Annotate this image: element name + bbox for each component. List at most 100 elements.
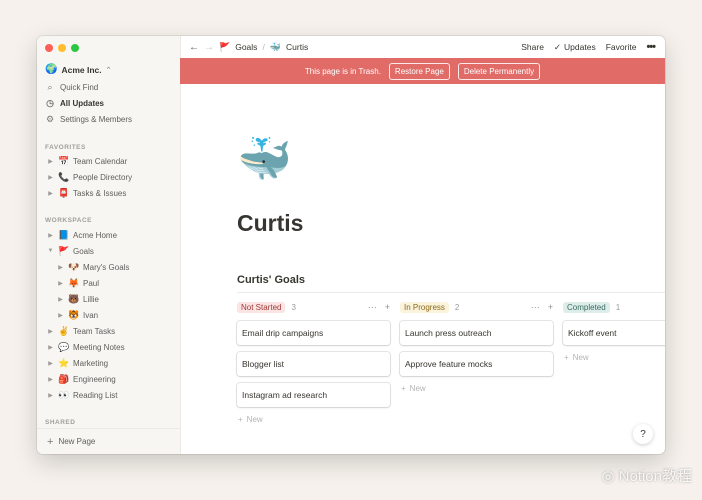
back-arrow-icon[interactable]: ←: [189, 42, 199, 53]
tiger-icon: 🐯: [68, 309, 80, 320]
plus-icon[interactable]: +: [385, 302, 390, 312]
more-options-icon[interactable]: ···: [531, 302, 540, 312]
updates-label: Updates: [564, 42, 596, 52]
sidebar-item-people-directory[interactable]: ▶ 📞 People Directory: [47, 170, 132, 184]
help-button[interactable]: ?: [633, 424, 653, 444]
column-header: Not Started 3 ··· +: [237, 300, 390, 314]
board-title[interactable]: Curtis' Goals: [237, 274, 305, 286]
search-icon: ⌕: [47, 81, 53, 92]
top-actions: Share ✓ Updates Favorite •••: [521, 41, 656, 53]
sidebar-item-label: Tasks & Issues: [73, 188, 127, 198]
expand-arrow-icon[interactable]: ▶: [47, 376, 54, 383]
sidebar-item-marys-goals[interactable]: ▶ 🐶 Mary's Goals: [57, 260, 129, 274]
new-card-button[interactable]: + New: [237, 415, 390, 424]
sidebar-item-label: Quick Find: [60, 82, 99, 92]
close-window-button[interactable]: [45, 44, 53, 52]
breadcrumb-curtis[interactable]: Curtis: [286, 42, 308, 52]
watermark-text: Notion教程: [618, 468, 692, 485]
more-options-icon[interactable]: •••: [646, 41, 656, 53]
sidebar-item-label: Engineering: [73, 374, 116, 384]
sidebar-item-team-calendar[interactable]: ▶ 📅 Team Calendar: [47, 154, 127, 168]
sidebar-item-goals[interactable]: ▼ 🚩 Goals: [47, 244, 94, 258]
expand-arrow-icon[interactable]: ▶: [47, 344, 54, 351]
new-card-button[interactable]: + New: [400, 384, 553, 393]
workspace-switcher[interactable]: 🌍 Acme Inc. ⌃: [45, 64, 111, 75]
expand-arrow-icon[interactable]: ▶: [47, 392, 54, 399]
sidebar-item-settings[interactable]: ⚙ Settings & Members: [45, 112, 132, 126]
board-column-completed: Completed 1 Kickoff event + New: [563, 300, 665, 362]
sidebar-item-label: Marketing: [73, 358, 109, 368]
board-card[interactable]: Launch press outreach: [400, 321, 553, 345]
expand-arrow-icon[interactable]: ▶: [57, 264, 64, 271]
expand-arrow-icon[interactable]: ▶: [47, 174, 54, 181]
window-controls: [45, 44, 79, 52]
forward-arrow-icon[interactable]: →: [204, 42, 214, 53]
expand-arrow-icon[interactable]: ▶: [57, 312, 64, 319]
sidebar-item-quick-find[interactable]: ⌕ Quick Find: [45, 80, 98, 94]
minimize-window-button[interactable]: [58, 44, 66, 52]
eyes-icon: 👀: [58, 389, 70, 400]
sidebar-item-ivan[interactable]: ▶ 🐯 Ivan: [57, 308, 98, 322]
share-button[interactable]: Share: [521, 42, 544, 52]
sidebar-item-all-updates[interactable]: ◷ All Updates: [45, 96, 104, 110]
delete-permanently-button[interactable]: Delete Permanently: [457, 62, 541, 80]
sidebar-item-label: All Updates: [60, 98, 105, 108]
board-card[interactable]: Blogger list: [237, 352, 390, 376]
board-card[interactable]: Email drip campaigns: [237, 321, 390, 345]
board-card[interactable]: Approve feature mocks: [400, 352, 553, 376]
board-divider: [237, 292, 665, 293]
expand-arrow-icon[interactable]: ▶: [57, 296, 64, 303]
top-bar: ← → 🚩 Goals / 🐳 Curtis Share ✓ Updates F…: [180, 36, 665, 58]
breadcrumb-separator: /: [262, 42, 265, 52]
column-header: Completed 1: [563, 300, 665, 314]
board-card[interactable]: Kickoff event: [563, 321, 665, 345]
sidebar-item-acme-home[interactable]: ▶ 📘 Acme Home: [47, 228, 117, 242]
postbox-icon: 📮: [58, 187, 70, 198]
sidebar-item-label: Reading List: [73, 390, 118, 400]
status-tag[interactable]: In Progress: [400, 301, 449, 313]
sidebar-item-reading-list[interactable]: ▶ 👀 Reading List: [47, 388, 117, 402]
flag-icon: 🚩: [219, 41, 231, 52]
sidebar-item-label: Ivan: [83, 310, 99, 320]
expand-arrow-icon[interactable]: ▶: [47, 158, 54, 165]
expand-arrow-icon[interactable]: ▶: [47, 360, 54, 367]
page-icon-whale[interactable]: 🐳: [237, 138, 292, 182]
expand-arrow-icon[interactable]: ▶: [47, 328, 54, 335]
globe-icon: 🌍: [45, 64, 58, 75]
workspace-heading: WORKSPACE: [45, 217, 92, 224]
sidebar-item-paul[interactable]: ▶ 🦊 Paul: [57, 276, 99, 290]
sidebar-item-marketing[interactable]: ▶ ⭐ Marketing: [47, 356, 108, 370]
page-title[interactable]: Curtis: [237, 210, 303, 237]
sidebar-item-label: Paul: [83, 278, 100, 288]
new-card-button[interactable]: + New: [563, 353, 665, 362]
board-card[interactable]: Instagram ad research: [237, 383, 390, 407]
sidebar-item-label: Team Tasks: [73, 326, 116, 336]
status-tag[interactable]: Not Started: [237, 301, 286, 313]
status-tag[interactable]: Completed: [563, 301, 610, 313]
sidebar-item-team-tasks[interactable]: ▶ ✌️ Team Tasks: [47, 324, 115, 338]
expand-arrow-icon[interactable]: ▶: [47, 232, 54, 239]
plus-icon: +: [564, 353, 569, 362]
sidebar-item-label: Settings & Members: [60, 114, 133, 124]
new-card-label: New: [246, 415, 263, 424]
favorite-button[interactable]: Favorite: [606, 42, 637, 52]
plus-icon[interactable]: +: [548, 302, 553, 312]
more-options-icon[interactable]: ···: [368, 302, 377, 312]
new-page-button[interactable]: + New Page: [37, 428, 180, 454]
updates-button[interactable]: ✓ Updates: [554, 42, 596, 53]
sidebar-item-label: Goals: [73, 246, 94, 256]
column-count: 1: [615, 302, 621, 312]
sidebar-item-meeting-notes[interactable]: ▶ 💬 Meeting Notes: [47, 340, 124, 354]
breadcrumb-goals[interactable]: Goals: [235, 42, 257, 52]
backpack-icon: 🎒: [58, 373, 70, 384]
sidebar-item-tasks-issues[interactable]: ▶ 📮 Tasks & Issues: [47, 186, 126, 200]
maximize-window-button[interactable]: [71, 44, 79, 52]
expand-arrow-icon[interactable]: ▶: [47, 190, 54, 197]
collapse-arrow-icon[interactable]: ▼: [47, 248, 54, 254]
restore-page-button[interactable]: Restore Page: [388, 62, 450, 80]
new-page-label: New Page: [58, 437, 96, 446]
sidebar-item-lillie[interactable]: ▶ 🐻 Lillie: [57, 292, 99, 306]
expand-arrow-icon[interactable]: ▶: [57, 280, 64, 287]
sidebar-item-engineering[interactable]: ▶ 🎒 Engineering: [47, 372, 116, 386]
column-tools: ··· +: [531, 302, 553, 312]
